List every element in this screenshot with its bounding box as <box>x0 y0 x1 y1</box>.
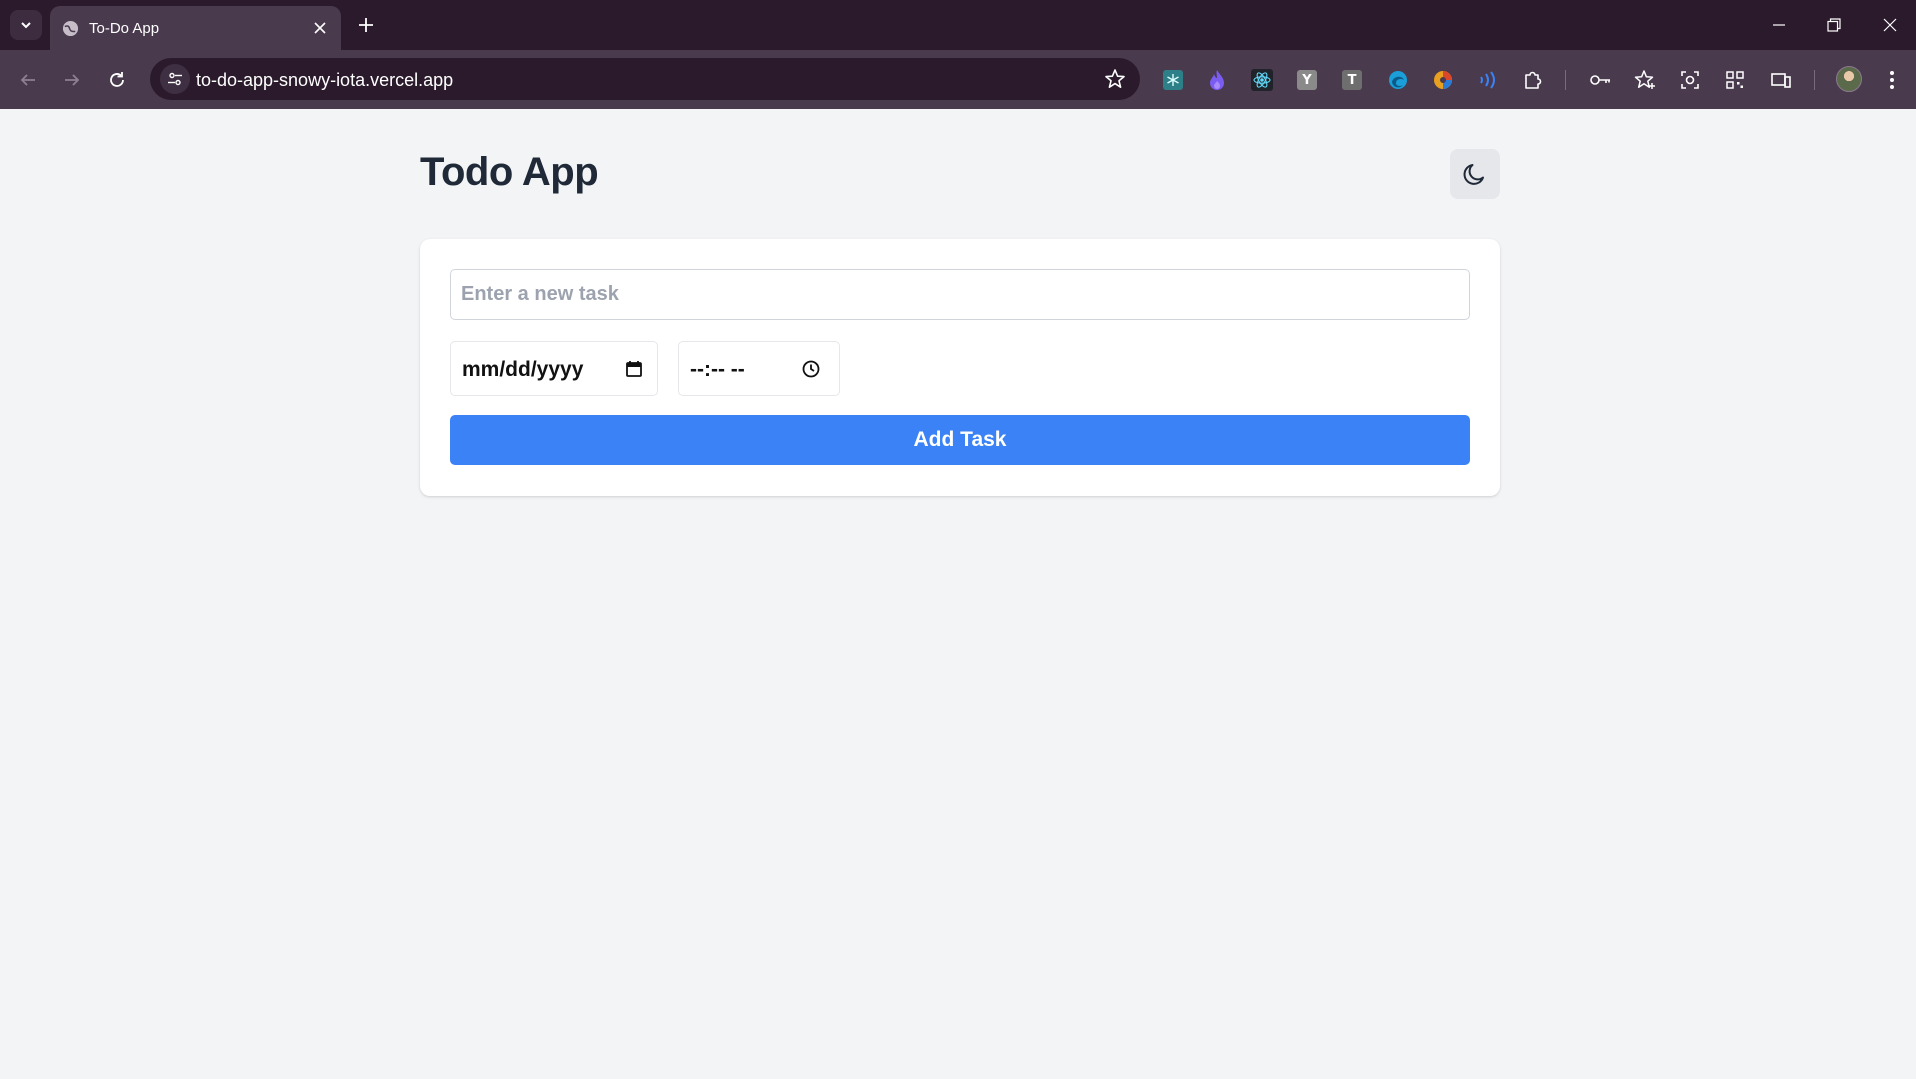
bookmark-star-icon[interactable] <box>1104 68 1126 90</box>
password-key-icon[interactable] <box>1588 68 1612 92</box>
t-extension-icon[interactable]: T <box>1340 68 1364 92</box>
tune-icon <box>168 72 182 86</box>
plus-icon <box>359 18 373 32</box>
reload-button[interactable] <box>101 64 133 96</box>
back-button[interactable] <box>12 64 44 96</box>
close-window-button[interactable] <box>1862 0 1916 50</box>
address-bar[interactable]: to-do-app-snowy-iota.vercel.app <box>150 58 1140 100</box>
forward-button[interactable] <box>56 64 88 96</box>
arrow-left-icon <box>20 74 35 86</box>
task-form-card: mm/dd/yyyy --:-- -- Add Task <box>420 239 1500 496</box>
date-input-placeholder: mm/dd/yyyy <box>462 358 584 381</box>
profile-avatar[interactable] <box>1836 66 1862 92</box>
restore-icon <box>1827 18 1841 32</box>
screenshot-icon[interactable] <box>1678 68 1702 92</box>
extensions-puzzle-icon[interactable] <box>1521 68 1545 92</box>
page-title: Todo App <box>420 150 599 194</box>
theme-toggle-button[interactable] <box>1450 149 1500 199</box>
site-info-button[interactable] <box>160 64 190 94</box>
moon-icon <box>1463 164 1484 185</box>
globe-icon <box>62 20 79 37</box>
task-input[interactable] <box>450 269 1470 320</box>
chevron-down-icon <box>21 22 31 29</box>
react-devtools-icon[interactable] <box>1250 68 1274 92</box>
favorites-star-icon[interactable] <box>1633 68 1657 92</box>
add-task-button[interactable]: Add Task <box>450 415 1470 465</box>
close-icon <box>1883 18 1897 32</box>
new-tab-button[interactable] <box>352 11 380 39</box>
tab-search-button[interactable] <box>10 10 42 40</box>
browser-toolbar: to-do-app-snowy-iota.vercel.app Y T <box>0 50 1916 109</box>
more-menu-icon[interactable] <box>1880 68 1904 92</box>
arrow-right-icon <box>65 74 80 86</box>
qr-code-icon[interactable] <box>1723 68 1747 92</box>
calendar-icon[interactable] <box>623 358 645 380</box>
browser-tab-bar: To-Do App <box>0 0 1916 50</box>
close-tab-icon[interactable] <box>309 17 331 39</box>
split-screen-icon[interactable] <box>1769 68 1793 92</box>
wave-extension-icon[interactable] <box>1476 68 1500 92</box>
minimize-icon <box>1773 24 1785 26</box>
y-extension-icon[interactable]: Y <box>1295 68 1319 92</box>
browser-tab-active[interactable]: To-Do App <box>50 6 341 50</box>
app-page: Todo App mm/dd/yyyy --:-- -- Add Task <box>0 109 1916 1079</box>
clock-icon[interactable] <box>800 358 822 380</box>
snowflake-extension-icon[interactable] <box>1161 68 1185 92</box>
toolbar-separator <box>1814 70 1815 90</box>
color-extension-icon[interactable] <box>1431 68 1455 92</box>
date-input[interactable]: mm/dd/yyyy <box>450 341 658 396</box>
minimize-button[interactable] <box>1751 0 1807 50</box>
flame-extension-icon[interactable] <box>1205 68 1229 92</box>
restore-button[interactable] <box>1806 0 1862 50</box>
time-input-placeholder: --:-- -- <box>690 358 745 381</box>
edge-extension-icon[interactable] <box>1386 68 1410 92</box>
toolbar-separator <box>1565 70 1566 90</box>
time-input[interactable]: --:-- -- <box>678 341 840 396</box>
reload-icon <box>110 72 124 87</box>
url-text: to-do-app-snowy-iota.vercel.app <box>196 70 454 90</box>
tab-title: To-Do App <box>89 20 160 37</box>
